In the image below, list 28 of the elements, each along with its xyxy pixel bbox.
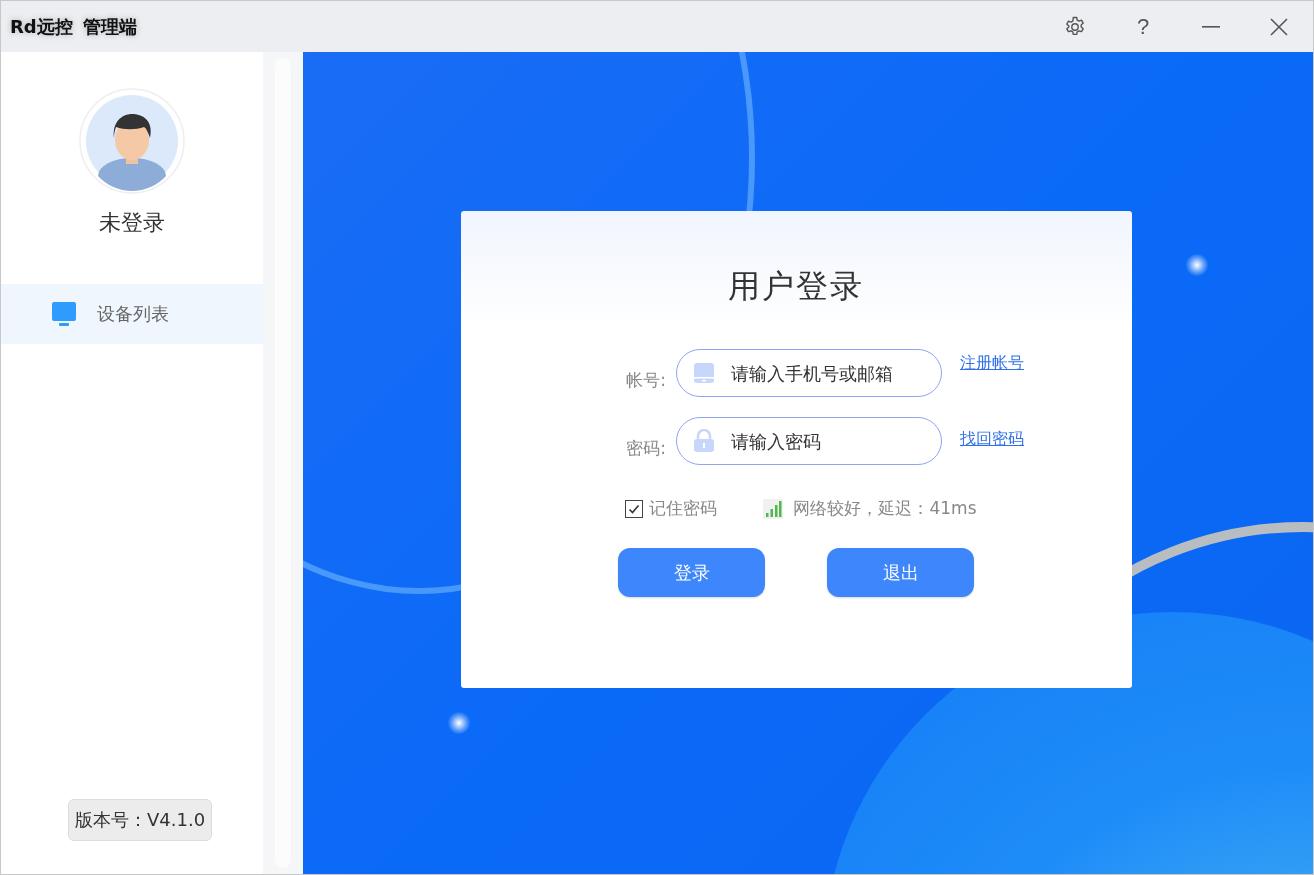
glow-dot [448,712,470,734]
register-link[interactable]: 注册帐号 [960,353,1024,374]
login-title: 用户登录 [728,266,864,307]
app-subtitle: 管理端 [82,14,137,39]
password-field[interactable]: 请输入密码 [676,417,942,465]
remember-checkbox[interactable] [625,499,644,518]
sidebar-item[interactable]: 设备列表 [1,284,263,344]
minimize-icon [1202,25,1220,28]
network-status: 网络较好，延迟：41ms [793,497,977,520]
version-label: 版本号：V4.1.0 [68,799,213,841]
user-status: 未登录 [99,209,165,237]
help-button[interactable]: ? [1109,4,1177,49]
login-button[interactable]: 登录 [618,548,765,597]
field-label: 密码: [625,436,666,460]
remember-label: 记住密码 [649,497,718,520]
field-label: 帐号: [625,368,666,392]
app-title: Rd远控 [10,14,73,39]
password-field[interactable]: 请输入密码 [729,429,931,453]
monitor-icon [51,301,77,327]
lock-icon [693,429,715,453]
signal-icon [763,498,784,519]
recover-password-link[interactable]: 找回密码 [960,429,1024,450]
account-field[interactable]: 请输入手机号或邮箱 [729,361,931,385]
close-icon [1270,17,1288,36]
account-field[interactable]: 请输入手机号或邮箱 [676,349,942,397]
glow-dot [1186,254,1208,276]
device-icon [693,362,715,384]
exit-button[interactable]: 退出 [827,548,974,597]
